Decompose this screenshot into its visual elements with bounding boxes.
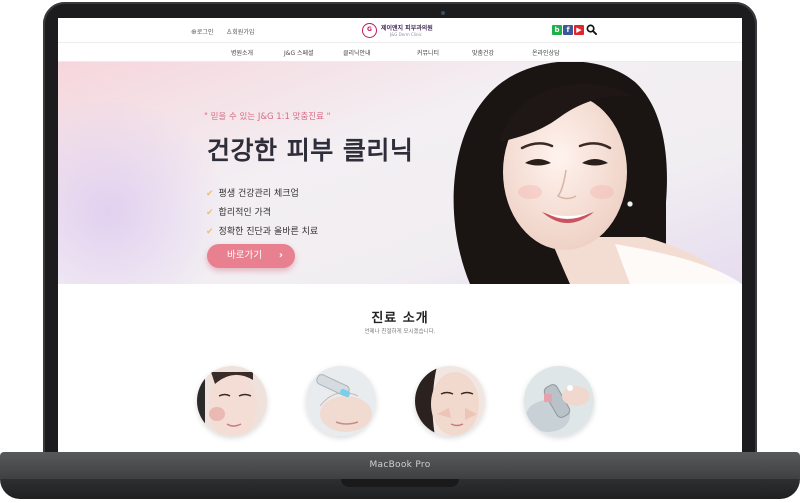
laptop-notch	[341, 479, 459, 487]
feature-item: ✔ 합리적인 가격	[206, 205, 271, 218]
nav-item-custom-health[interactable]: 맞춤건강	[472, 48, 494, 57]
nav-item-about[interactable]: 병원소개	[231, 48, 253, 57]
join-label: 회원가입	[232, 29, 255, 36]
nav-item-clinic[interactable]: 클리닉안내	[343, 48, 371, 57]
logo-mark-icon: G	[362, 23, 377, 38]
check-icon: ✔	[206, 227, 214, 237]
nav-item-online-consult[interactable]: 온라인상담	[532, 48, 560, 57]
hero-title: 건강한 피부 클리닉	[207, 136, 414, 165]
join-link[interactable]: ♙회원가입	[226, 27, 254, 36]
hero-model-photo	[453, 62, 742, 284]
blog-icon[interactable]: b	[552, 25, 562, 35]
logo-subtitle: J&G Derm Clinic	[390, 32, 422, 37]
face-skin-photo	[197, 366, 267, 436]
nav-item-special[interactable]: J&G 스페셜	[284, 48, 314, 57]
feature-item: ✔ 평생 건강관리 체크업	[206, 186, 299, 199]
device-model-label: MacBook Pro	[369, 460, 431, 470]
chevron-right-icon: ›	[278, 250, 283, 261]
hero-tagline: " 믿을 수 있는 J&G 1:1 맞춤진료 "	[204, 112, 331, 122]
logo-name: 제이앤지 피부과의원	[381, 25, 433, 32]
login-link[interactable]: ⊕로그인	[191, 27, 213, 36]
go-button[interactable]: 바로가기 ›	[207, 244, 295, 268]
section-subtitle: 언제나 친절하게 모시겠습니다.	[364, 329, 436, 335]
service-thumbnail[interactable]	[524, 366, 594, 436]
search-icon[interactable]	[586, 24, 597, 35]
acne-care-photo	[415, 366, 485, 436]
feature-item: ✔ 정확한 진단과 올바른 치료	[206, 224, 318, 237]
service-thumbnail[interactable]	[197, 366, 267, 436]
camera-icon	[441, 11, 445, 15]
feature-label: 합리적인 가격	[218, 208, 272, 218]
browser-viewport: ⊕로그인 ♙회원가입 G 제이앤지 피부과의원 J&G Derm Clinic …	[58, 18, 742, 452]
login-label: 로그인	[196, 29, 214, 36]
feature-label: 평생 건강관리 체크업	[218, 189, 299, 199]
laptop-chin: MacBook Pro	[0, 452, 800, 479]
service-thumbnail[interactable]	[415, 366, 485, 436]
check-icon: ✔	[206, 189, 214, 199]
main-nav: 병원소개 J&G 스페셜 클리닉안내 커뮤니티 맞춤건강 온라인상담	[58, 42, 742, 62]
nav-item-community[interactable]: 커뮤니티	[417, 48, 439, 57]
laptop-base: MacBook Pro	[0, 452, 800, 503]
youtube-icon[interactable]: ▶	[574, 25, 584, 35]
hero-banner: " 믿을 수 있는 J&G 1:1 맞춤진료 " 건강한 피부 클리닉 ✔ 평생 …	[58, 62, 742, 284]
skin-device-photo	[306, 366, 376, 436]
service-thumbnail[interactable]	[306, 366, 376, 436]
site-logo[interactable]: G 제이앤지 피부과의원 J&G Derm Clinic	[362, 22, 452, 42]
section-title: 진료 소개	[371, 311, 429, 326]
feature-label: 정확한 진단과 올바른 치료	[218, 227, 319, 237]
site-topbar: ⊕로그인 ♙회원가입 G 제이앤지 피부과의원 J&G Derm Clinic …	[58, 18, 742, 44]
go-button-label: 바로가기	[227, 250, 262, 261]
laser-treatment-photo	[524, 366, 594, 436]
check-icon: ✔	[206, 208, 214, 218]
facebook-icon[interactable]: f	[563, 25, 573, 35]
